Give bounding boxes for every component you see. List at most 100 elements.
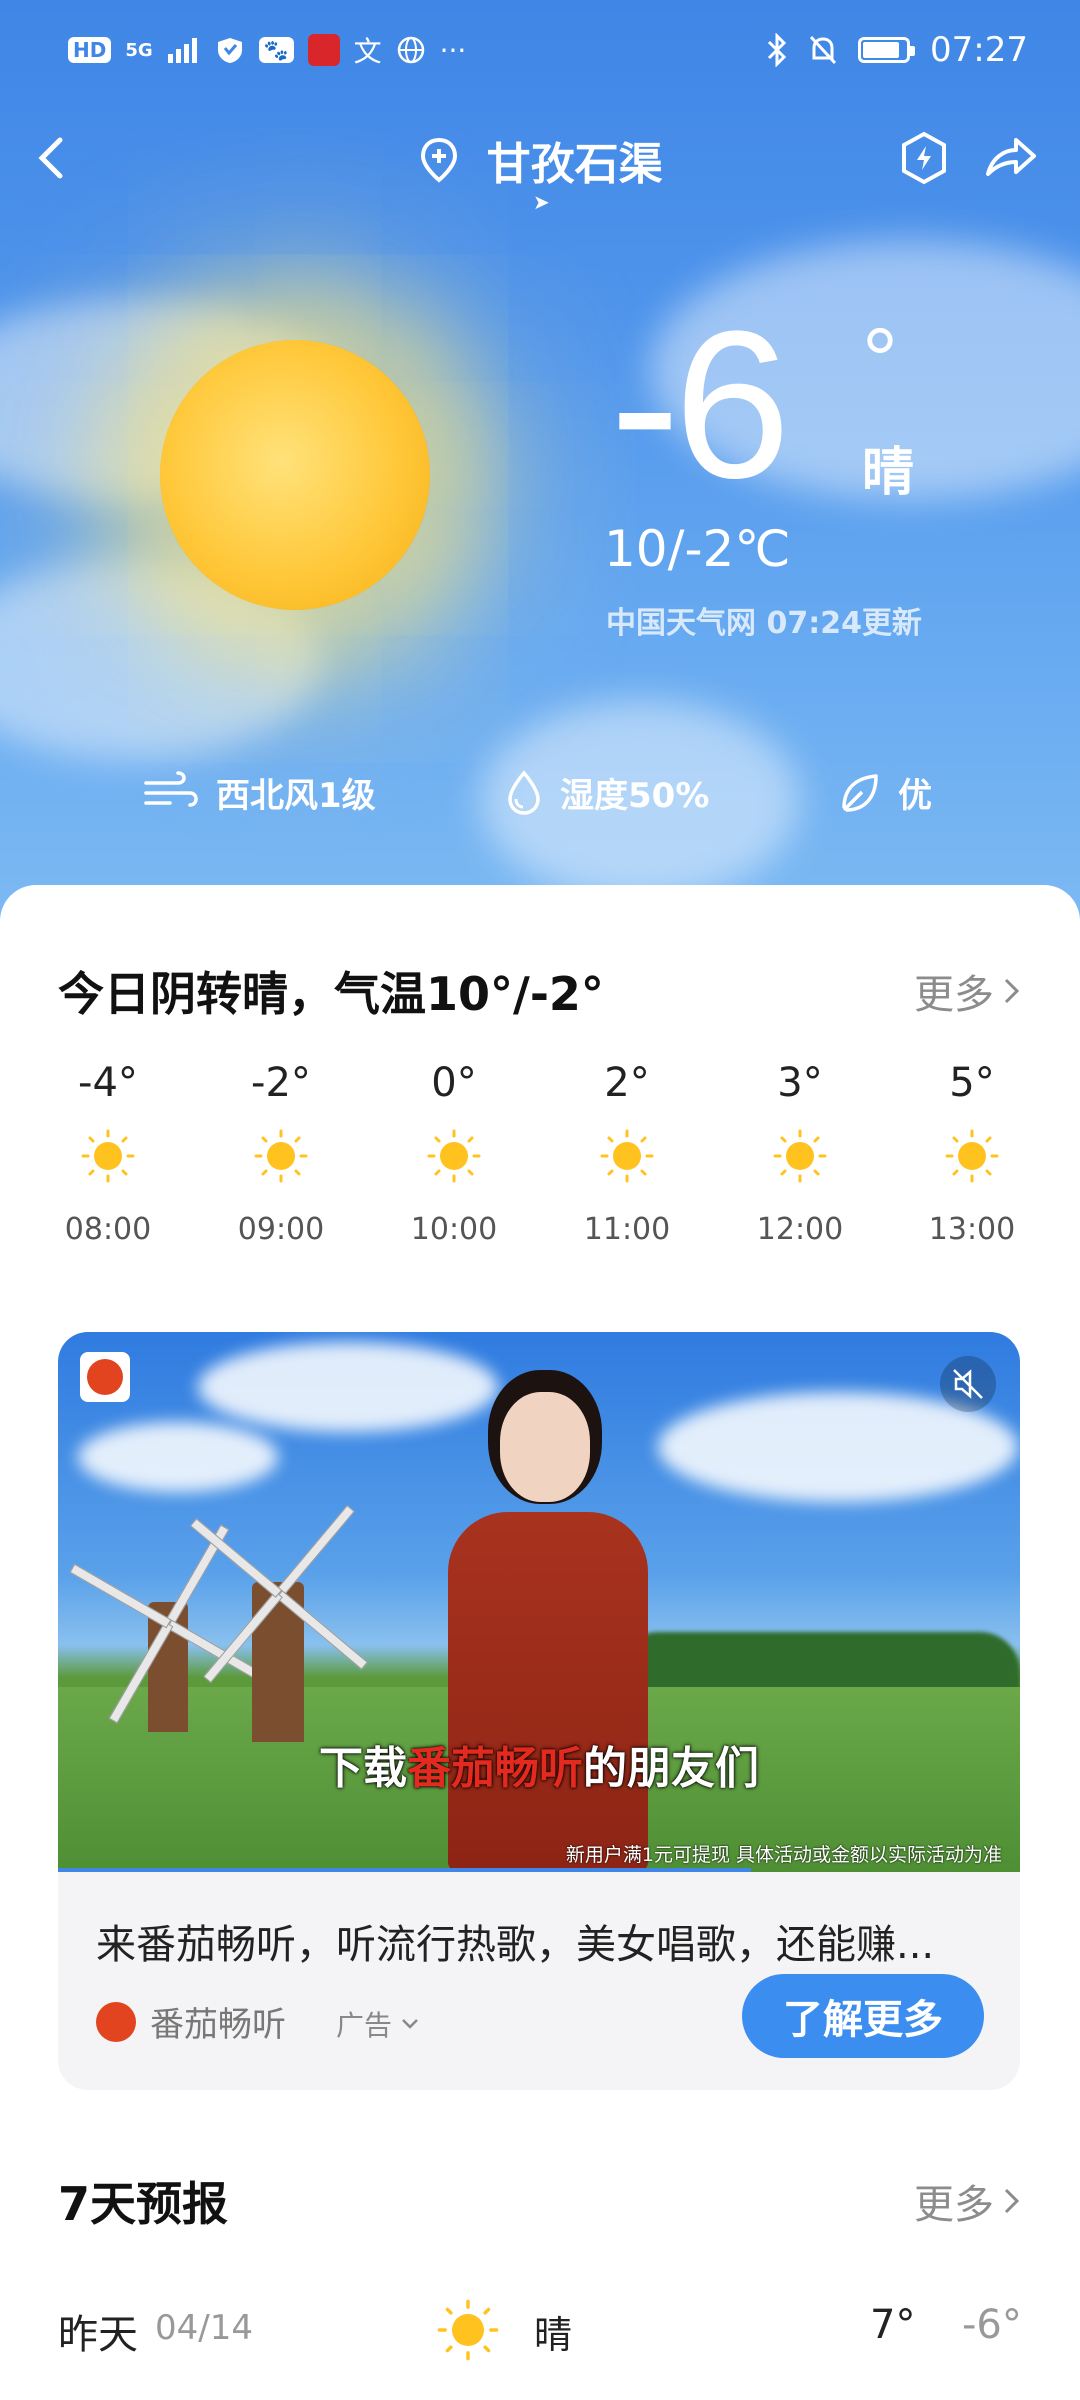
forecast-low: -6° [962, 2302, 1022, 2348]
hour-time: 12:00 [756, 1212, 844, 1247]
hour-time: 08:00 [64, 1212, 152, 1247]
metric-air-quality: 优 [836, 768, 932, 817]
app-logo-icon [80, 1352, 130, 1402]
top-bar: 甘孜石渠 ➤ [0, 120, 1080, 214]
ad-label-dropdown[interactable]: 广告 [336, 2004, 420, 2044]
hour-temp: -4° [78, 1060, 138, 1106]
ad-label: 广告 [336, 2009, 393, 2042]
hour-item: -2° 09:00 [221, 1060, 341, 1247]
location-name: 甘孜石渠 [486, 139, 663, 190]
weather-hero: HD 5G 🐾 文 ··· 07:27 甘孜石渠 ➤ -6 ° 晴 10/-2℃… [0, 0, 1080, 920]
ad-card[interactable]: 下载番茄畅听的朋友们 新用户满1元可提现 具体活动或金额以实际活动为准 来番茄畅… [58, 1332, 1020, 2090]
hexagon-bolt-icon [902, 131, 946, 185]
chevron-right-icon [1004, 2188, 1020, 2214]
metric-label: 优 [898, 776, 932, 816]
status-bar: HD 5G 🐾 文 ··· 07:27 [0, 0, 1080, 100]
speaker-muted-icon [953, 1369, 983, 1399]
forecast-high: 7° [870, 2302, 916, 2348]
hour-temp: 3° [777, 1060, 823, 1106]
sun-icon [945, 1129, 999, 1183]
hd-icon: HD [68, 37, 112, 63]
status-time: 07:27 [930, 30, 1028, 70]
video-progress-bar [58, 1868, 751, 1872]
chevron-down-icon [402, 2019, 418, 2029]
forecast-condition: 晴 [534, 2313, 573, 2357]
learn-more-button[interactable]: 了解更多 [742, 1974, 984, 2058]
brand-logo-icon [96, 2001, 136, 2042]
sun-icon [427, 1129, 481, 1183]
hour-time: 13:00 [928, 1212, 1016, 1247]
share-button[interactable] [982, 130, 1038, 186]
skin-button[interactable] [898, 130, 950, 190]
current-temperature: -6 [610, 287, 791, 522]
share-icon [986, 138, 1036, 176]
battery-icon [858, 37, 916, 63]
today-title: 今日阴转晴，气温10°/-2° [58, 967, 604, 1021]
location-pin-icon [421, 137, 458, 183]
hour-item: -4° 08:00 [48, 1060, 168, 1247]
ad-video[interactable]: 下载番茄畅听的朋友们 新用户满1元可提现 具体活动或金额以实际活动为准 [58, 1332, 1020, 1872]
forecast-date: 04/14 [155, 2308, 253, 2348]
globe-icon [397, 36, 424, 64]
weather-metrics: 西北风1级 湿度50% 优 [0, 768, 1080, 828]
more-label: 更多 [914, 972, 994, 1018]
sun-icon [254, 1129, 308, 1183]
more-icon: ··· [439, 33, 467, 67]
metric-humidity: 湿度50% [504, 768, 709, 817]
brand-name: 番茄畅听 [150, 2005, 286, 2045]
hour-temp: 2° [604, 1060, 650, 1106]
ad-caption: 下载番茄畅听的朋友们 [58, 1732, 1020, 1796]
paw-icon: 🐾 [258, 37, 294, 63]
hour-item: 3° 12:00 [740, 1060, 860, 1247]
hour-item: 2° 11:00 [567, 1060, 687, 1247]
chevron-right-icon [1004, 978, 1020, 1004]
navigation-arrow-icon: ➤ [533, 190, 550, 214]
caption-text: 下载 [319, 1743, 407, 1794]
wind-icon [144, 770, 198, 807]
status-icons-left: HD 5G 🐾 文 ··· [68, 30, 466, 70]
presenter [438, 1392, 658, 1872]
status-icons-right: 07:27 [766, 30, 1028, 70]
bluetooth-icon [767, 33, 787, 67]
caption-highlight: 番茄畅听 [407, 1743, 583, 1794]
hour-temp: 0° [431, 1060, 477, 1106]
sun-illustration [160, 340, 430, 610]
ad-fine-print: 新用户满1元可提现 具体活动或金额以实际活动为准 [565, 1844, 1002, 1866]
metric-wind: 西北风1级 [142, 768, 376, 817]
ad-brand: 番茄畅听 [96, 1997, 286, 2046]
forecast-more-link[interactable]: 更多 [914, 2172, 1022, 2230]
hour-time: 09:00 [237, 1212, 325, 1247]
metric-label: 西北风1级 [216, 776, 376, 816]
mute-button[interactable] [940, 1356, 996, 1412]
current-condition: 晴 [862, 443, 915, 503]
mute-bell-icon [809, 35, 837, 65]
today-more-link[interactable]: 更多 [914, 962, 1022, 1020]
leaf-icon [842, 773, 878, 812]
wen-icon: 文 [353, 35, 382, 68]
windmill [189, 1504, 369, 1752]
app-badge-icon [307, 34, 340, 66]
network-label: 5G [125, 39, 153, 61]
update-source: 中国天气网 07:24更新 [606, 606, 922, 641]
cloud [78, 1422, 278, 1492]
hour-item: 5° 13:00 [912, 1060, 1032, 1247]
hourly-forecast: -4° 08:00 -2° 09:00 0° 10:00 2° 11:00 3°… [0, 1060, 1080, 1280]
degree-symbol: ° [862, 311, 898, 411]
hour-temp: 5° [949, 1060, 995, 1106]
hour-item: 0° 10:00 [394, 1060, 514, 1247]
more-label: 更多 [914, 2182, 994, 2228]
forecast-title: 7天预报 [58, 2177, 229, 2231]
signal-icon [167, 38, 197, 63]
hour-temp: -2° [251, 1060, 311, 1106]
humidity-icon [508, 769, 540, 815]
heart-shield-icon [217, 38, 242, 63]
metric-label: 湿度50% [560, 776, 710, 816]
sun-icon [600, 1129, 654, 1183]
forecast-row[interactable]: 昨天 04/14 晴 7° -6° [0, 2290, 1080, 2370]
sun-icon [81, 1129, 135, 1183]
forecast-day: 昨天 [58, 2312, 138, 2358]
hour-time: 10:00 [410, 1212, 498, 1247]
temperature-range: 10/-2℃ [604, 520, 791, 578]
ad-description: 来番茄畅听，听流行热歌，美女唱歌，还能赚... [96, 1922, 935, 1968]
caption-text: 的朋友们 [583, 1743, 759, 1794]
